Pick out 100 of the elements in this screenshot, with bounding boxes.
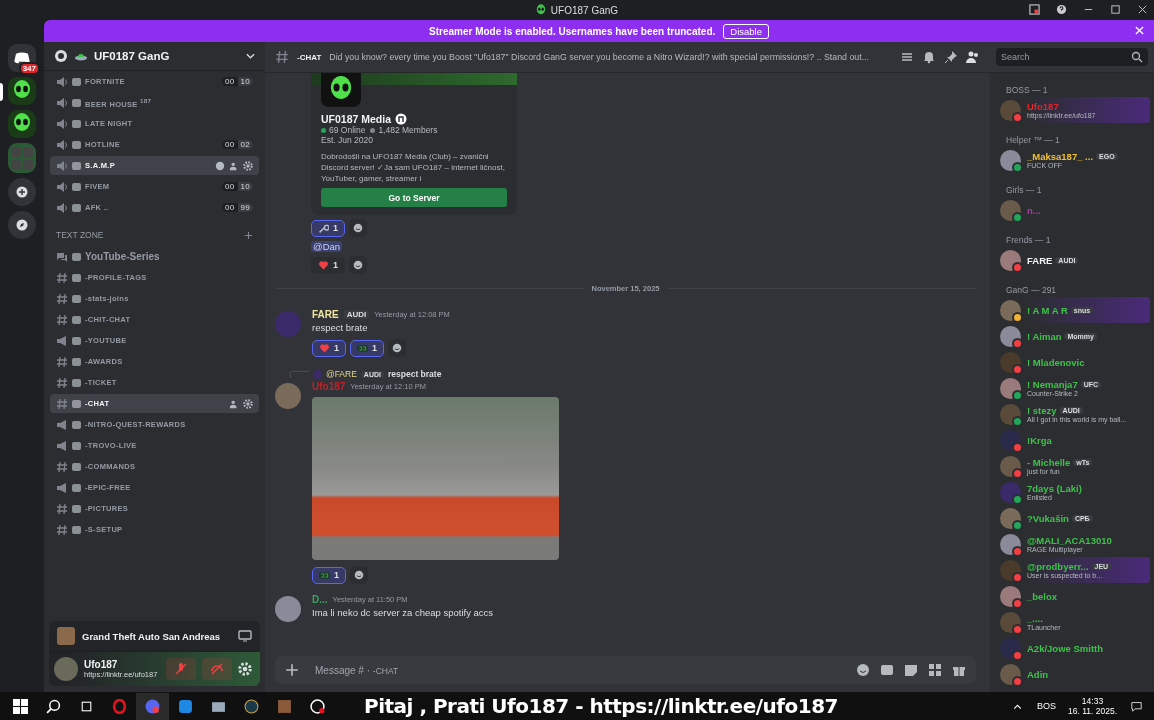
member-item[interactable]: ! Mladenovic <box>996 349 1150 375</box>
bell-icon[interactable] <box>922 50 936 64</box>
message-input[interactable]: Message # · -CHAT <box>275 656 976 684</box>
window-title: UFO187 GanG <box>550 4 619 16</box>
sticker-icon[interactable] <box>904 663 918 677</box>
speaker-icon <box>56 75 68 88</box>
avatar[interactable] <box>275 596 301 622</box>
text-channel[interactable]: YouTube-Series <box>50 247 259 266</box>
maximize-icon[interactable] <box>1110 4 1121 15</box>
reply-preview[interactable]: respect brate <box>387 369 442 379</box>
chat-icon[interactable] <box>215 160 225 171</box>
user-count: 00 02 <box>222 140 253 149</box>
discover-button[interactable] <box>8 211 36 239</box>
role-header: BOSS — 1 <box>1005 84 1049 97</box>
emoji-icon[interactable] <box>856 663 870 677</box>
language-indicator[interactable]: BOS <box>1037 701 1056 711</box>
member-name: FARE <box>1027 254 1053 266</box>
user-mention[interactable]: @Dan <box>311 241 343 252</box>
notification-icon[interactable] <box>1131 700 1142 712</box>
megaphone-icon <box>56 334 68 347</box>
member-name: 7days (Laki) <box>1027 483 1082 494</box>
avatar[interactable] <box>275 383 301 409</box>
speaker-icon <box>56 117 68 130</box>
emoji-icon <box>72 441 81 450</box>
settings-icon[interactable] <box>243 398 253 409</box>
add-reaction-icon[interactable] <box>349 256 367 274</box>
settings-icon[interactable] <box>238 662 252 676</box>
go-to-server-button[interactable]: Go to Server <box>321 188 507 207</box>
apps-icon[interactable] <box>928 663 942 677</box>
emoji-icon <box>72 357 81 366</box>
emoji-icon <box>72 483 81 492</box>
compass-icon <box>16 219 28 231</box>
chat-app-icon[interactable] <box>136 692 169 720</box>
stream-icon[interactable] <box>238 629 252 643</box>
speaker-icon <box>56 159 68 172</box>
emoji-icon <box>72 140 81 149</box>
search-field[interactable]: Search <box>996 48 1148 66</box>
emoji-icon <box>72 119 81 128</box>
emoji-icon <box>72 525 81 534</box>
threads-icon[interactable] <box>900 50 914 64</box>
add-reaction-icon[interactable] <box>350 566 368 584</box>
add-server-button[interactable] <box>8 178 36 206</box>
add-reaction-icon[interactable] <box>349 219 367 237</box>
help-icon[interactable] <box>1056 4 1067 15</box>
avatar[interactable] <box>54 657 78 681</box>
invite-icon[interactable] <box>229 160 239 171</box>
gg-emoji-icon <box>319 569 330 581</box>
stream-overlay-text: Pitaj , Prati Ufo187 - https://linktr.ee/ufo187 <box>364 694 838 718</box>
inbox-icon[interactable] <box>1029 4 1040 15</box>
member-name: !Krga <box>1027 434 1052 446</box>
role-header: Helper ™ — 1 <box>1005 134 1061 147</box>
reaction[interactable]: 1 <box>312 339 346 357</box>
clock-date[interactable]: 16. 11. 2025. <box>1068 706 1117 716</box>
reaction[interactable]: 1 <box>311 256 345 274</box>
category-label[interactable]: TEXT ZONE <box>56 230 104 240</box>
gif-icon[interactable] <box>880 663 894 677</box>
plus-icon[interactable] <box>244 230 253 240</box>
reply-author[interactable]: @FARE <box>326 369 357 379</box>
emoji-icon <box>72 77 81 86</box>
server-icon[interactable] <box>8 77 36 105</box>
role-tag: AUDI <box>343 310 370 319</box>
message-author[interactable]: FARE <box>312 309 339 320</box>
member-item[interactable]: _belox <box>996 583 1150 609</box>
member-name: _.... <box>1027 613 1043 624</box>
member-item[interactable]: Adin <box>996 661 1150 687</box>
hash-icon <box>56 376 68 389</box>
hash-icon <box>56 355 68 368</box>
clock-time[interactable]: 14:33 <box>1081 696 1104 706</box>
reaction[interactable]: 1 <box>311 219 345 237</box>
member-name: n... <box>1027 204 1041 216</box>
invite-icon[interactable] <box>229 398 239 409</box>
close-icon[interactable] <box>1137 4 1148 15</box>
reaction[interactable]: 1 <box>312 566 346 584</box>
add-reaction-icon[interactable] <box>388 339 407 357</box>
message-author[interactable]: D... <box>312 594 328 605</box>
online-count: 69 Online <box>329 125 366 135</box>
server-header[interactable]: UF0187 GanG <box>44 42 265 71</box>
disable-button[interactable]: Disable <box>723 23 769 39</box>
members-icon[interactable] <box>966 50 980 64</box>
role-header: GanG — 291 <box>1005 284 1058 297</box>
hash-icon <box>56 271 68 284</box>
emoji-icon <box>72 252 81 261</box>
reaction[interactable]: 1 <box>350 339 385 357</box>
mute-button[interactable] <box>166 658 196 680</box>
plus-icon[interactable] <box>285 663 299 677</box>
member-name: _Maksa187_ ... <box>1027 151 1094 162</box>
deafen-button[interactable] <box>202 658 232 680</box>
pin-icon[interactable] <box>944 50 958 64</box>
settings-icon[interactable] <box>243 160 253 171</box>
chevron-down-icon <box>246 53 255 59</box>
member-item[interactable]: A2k/Jowe Smitth <box>996 635 1150 661</box>
emoji-icon <box>72 462 81 471</box>
server-icon[interactable] <box>8 110 36 138</box>
game-title: Grand Theft Auto San Andreas <box>82 630 222 642</box>
channel-topic[interactable]: Did you know? every time you Boost "Ufo187" Discord GanG server you become a Nitro Wizard!? with special permissions!? .. Stand out... <box>329 52 892 62</box>
forum-icon <box>56 250 68 263</box>
emoji-icon <box>72 399 81 408</box>
member-item[interactable]: !Krga <box>996 427 1150 453</box>
search-icon <box>1131 51 1143 63</box>
input-placeholder: Message # · -CHAT <box>315 664 399 676</box>
